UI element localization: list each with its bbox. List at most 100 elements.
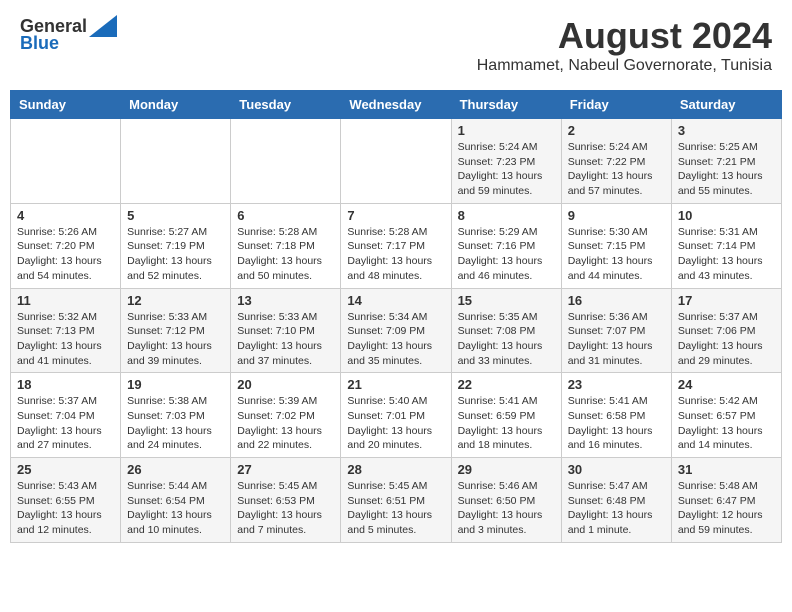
day-info: Sunrise: 5:28 AMSunset: 7:18 PMDaylight:… [237,225,334,284]
sunrise-text: Sunrise: 5:48 AM [678,479,775,494]
sunset-text: Sunset: 7:21 PM [678,155,775,170]
logo: General Blue [20,15,117,54]
sunset-text: Sunset: 7:20 PM [17,239,114,254]
day-number: 7 [347,208,444,223]
day-info: Sunrise: 5:33 AMSunset: 7:10 PMDaylight:… [237,310,334,369]
header-wednesday: Wednesday [341,91,451,119]
daylight-text: Daylight: 13 hours and 31 minutes. [568,339,665,368]
calendar-cell: 12Sunrise: 5:33 AMSunset: 7:12 PMDayligh… [121,288,231,373]
day-info: Sunrise: 5:25 AMSunset: 7:21 PMDaylight:… [678,140,775,199]
daylight-text: Daylight: 13 hours and 1 minute. [568,508,665,537]
week-row-1: 1Sunrise: 5:24 AMSunset: 7:23 PMDaylight… [11,119,782,204]
calendar-cell: 20Sunrise: 5:39 AMSunset: 7:02 PMDayligh… [231,373,341,458]
calendar-cell: 5 Sunrise: 5:27 AMSunset: 7:19 PMDaylight… [121,203,231,288]
sunset-text: Sunset: 6:50 PM [458,494,555,509]
daylight-text: Daylight: 13 hours and 10 minutes. [127,508,224,537]
sunset-text: Sunset: 7:19 PM [127,239,224,254]
calendar-cell [121,119,231,204]
calendar-cell: 7Sunrise: 5:28 AMSunset: 7:17 PMDaylight… [341,203,451,288]
day-info: Sunrise: 5:34 AMSunset: 7:09 PMDaylight:… [347,310,444,369]
calendar-cell: 4 Sunrise: 5:26 AMSunset: 7:20 PMDaylight… [11,203,121,288]
title-section: August 2024 Hammamet, Nabeul Governorate… [477,15,772,75]
day-number: 2 [568,123,665,138]
sunset-text: Sunset: 6:48 PM [568,494,665,509]
daylight-text: Daylight: 13 hours and 18 minutes. [458,424,555,453]
sunrise-text: Sunrise: 5:25 AM [678,140,775,155]
day-number: 10 [678,208,775,223]
sunset-text: Sunset: 6:47 PM [678,494,775,509]
sunrise-text: Sunrise: 5:24 AM [568,140,665,155]
day-number: 14 [347,293,444,308]
day-info: Sunrise: 5:41 AMSunset: 6:59 PMDaylight:… [458,394,555,453]
calendar-cell: 23Sunrise: 5:41 AMSunset: 6:58 PMDayligh… [561,373,671,458]
daylight-text: Daylight: 13 hours and 22 minutes. [237,424,334,453]
week-row-3: 11 Sunrise: 5:32 AMSunset: 7:13 PMDayligh… [11,288,782,373]
logo-icon [89,15,117,37]
header-thursday: Thursday [451,91,561,119]
calendar-cell: 9Sunrise: 5:30 AMSunset: 7:15 PMDaylight… [561,203,671,288]
calendar-cell: 15Sunrise: 5:35 AMSunset: 7:08 PMDayligh… [451,288,561,373]
sunset-text: Sunset: 6:55 PM [17,494,114,509]
daylight-text: Daylight: 13 hours and 50 minutes. [237,254,334,283]
day-info: Sunrise: 5:32 AMSunset: 7:13 PMDaylight:… [17,310,114,369]
day-number: 16 [568,293,665,308]
day-info: Sunrise: 5:44 AMSunset: 6:54 PMDaylight:… [127,479,224,538]
day-number: 9 [568,208,665,223]
header-friday: Friday [561,91,671,119]
sunset-text: Sunset: 7:10 PM [237,324,334,339]
day-info: Sunrise: 5:38 AMSunset: 7:03 PMDaylight:… [127,394,224,453]
sunrise-text: Sunrise: 5:26 AM [17,225,114,240]
day-info: Sunrise: 5:41 AMSunset: 6:58 PMDaylight:… [568,394,665,453]
sunrise-text: Sunrise: 5:28 AM [237,225,334,240]
sunrise-text: Sunrise: 5:24 AM [458,140,555,155]
day-info: Sunrise: 5:24 AMSunset: 7:23 PMDaylight:… [458,140,555,199]
day-number: 17 [678,293,775,308]
sunrise-text: Sunrise: 5:37 AM [17,394,114,409]
sunset-text: Sunset: 7:03 PM [127,409,224,424]
day-info: Sunrise: 5:29 AMSunset: 7:16 PMDaylight:… [458,225,555,284]
sunset-text: Sunset: 6:58 PM [568,409,665,424]
sunrise-text: Sunrise: 5:43 AM [17,479,114,494]
day-info: Sunrise: 5:24 AMSunset: 7:22 PMDaylight:… [568,140,665,199]
day-number: 11 [17,293,114,308]
calendar-cell: 2 Sunrise: 5:24 AMSunset: 7:22 PMDaylight… [561,119,671,204]
calendar-cell [11,119,121,204]
sunrise-text: Sunrise: 5:27 AM [127,225,224,240]
day-number: 22 [458,377,555,392]
daylight-text: Daylight: 13 hours and 54 minutes. [17,254,114,283]
daylight-text: Daylight: 13 hours and 39 minutes. [127,339,224,368]
day-number: 12 [127,293,224,308]
daylight-text: Daylight: 13 hours and 43 minutes. [678,254,775,283]
day-number: 29 [458,462,555,477]
day-info: Sunrise: 5:48 AMSunset: 6:47 PMDaylight:… [678,479,775,538]
day-number: 5 [127,208,224,223]
sunrise-text: Sunrise: 5:41 AM [568,394,665,409]
sunrise-text: Sunrise: 5:39 AM [237,394,334,409]
calendar-cell: 29Sunrise: 5:46 AMSunset: 6:50 PMDayligh… [451,458,561,543]
sunrise-text: Sunrise: 5:35 AM [458,310,555,325]
day-info: Sunrise: 5:42 AMSunset: 6:57 PMDaylight:… [678,394,775,453]
day-number: 31 [678,462,775,477]
calendar-cell: 31 Sunrise: 5:48 AMSunset: 6:47 PMDayligh… [671,458,781,543]
month-year-title: August 2024 [477,15,772,57]
weekday-header-row: Sunday Monday Tuesday Wednesday Thursday… [11,91,782,119]
calendar-table: Sunday Monday Tuesday Wednesday Thursday… [10,90,782,543]
sunset-text: Sunset: 7:16 PM [458,239,555,254]
day-info: Sunrise: 5:37 AMSunset: 7:04 PMDaylight:… [17,394,114,453]
day-number: 4 [17,208,114,223]
calendar-cell [341,119,451,204]
sunset-text: Sunset: 6:53 PM [237,494,334,509]
logo-blue-text: Blue [20,33,59,54]
daylight-text: Daylight: 12 hours and 59 minutes. [678,508,775,537]
week-row-4: 18Sunrise: 5:37 AMSunset: 7:04 PMDayligh… [11,373,782,458]
sunset-text: Sunset: 7:08 PM [458,324,555,339]
sunrise-text: Sunrise: 5:47 AM [568,479,665,494]
daylight-text: Daylight: 13 hours and 35 minutes. [347,339,444,368]
sunrise-text: Sunrise: 5:42 AM [678,394,775,409]
day-info: Sunrise: 5:27 AMSunset: 7:19 PMDaylight:… [127,225,224,284]
sunset-text: Sunset: 7:22 PM [568,155,665,170]
daylight-text: Daylight: 13 hours and 20 minutes. [347,424,444,453]
calendar-cell: 19Sunrise: 5:38 AMSunset: 7:03 PMDayligh… [121,373,231,458]
calendar-cell: 30Sunrise: 5:47 AMSunset: 6:48 PMDayligh… [561,458,671,543]
day-number: 8 [458,208,555,223]
